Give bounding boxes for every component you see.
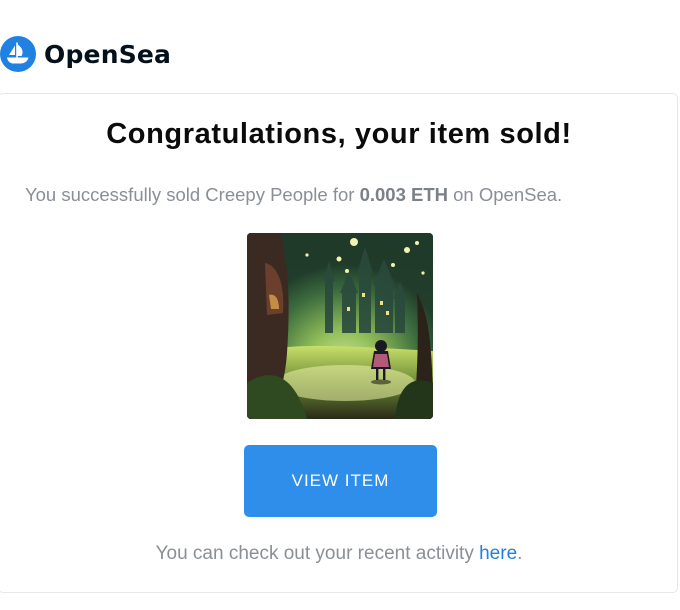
brand-name: OpenSea	[44, 39, 172, 69]
sold-message: You successfully sold Creepy People for …	[25, 184, 562, 206]
email-page: OpenSea Congratulations, your item sold!…	[0, 0, 680, 610]
sold-message-suffix: on OpenSea.	[448, 184, 563, 205]
brand-header: OpenSea	[0, 35, 171, 73]
sold-message-prefix: You successfully sold Creepy People for	[25, 184, 360, 205]
email-card: Congratulations, your item sold! You suc…	[0, 93, 678, 593]
opensea-logo-icon	[0, 36, 36, 72]
headline: Congratulations, your item sold!	[106, 118, 572, 150]
activity-message: You can check out your recent activity h…	[0, 543, 679, 565]
sold-price: 0.003 ETH	[359, 184, 448, 205]
nft-artwork-image[interactable]	[247, 233, 433, 419]
activity-message-suffix: .	[517, 543, 523, 564]
activity-message-prefix: You can check out your recent activity	[155, 543, 480, 564]
activity-link[interactable]: here	[479, 543, 517, 564]
view-item-button[interactable]: VIEW ITEM	[244, 445, 437, 517]
